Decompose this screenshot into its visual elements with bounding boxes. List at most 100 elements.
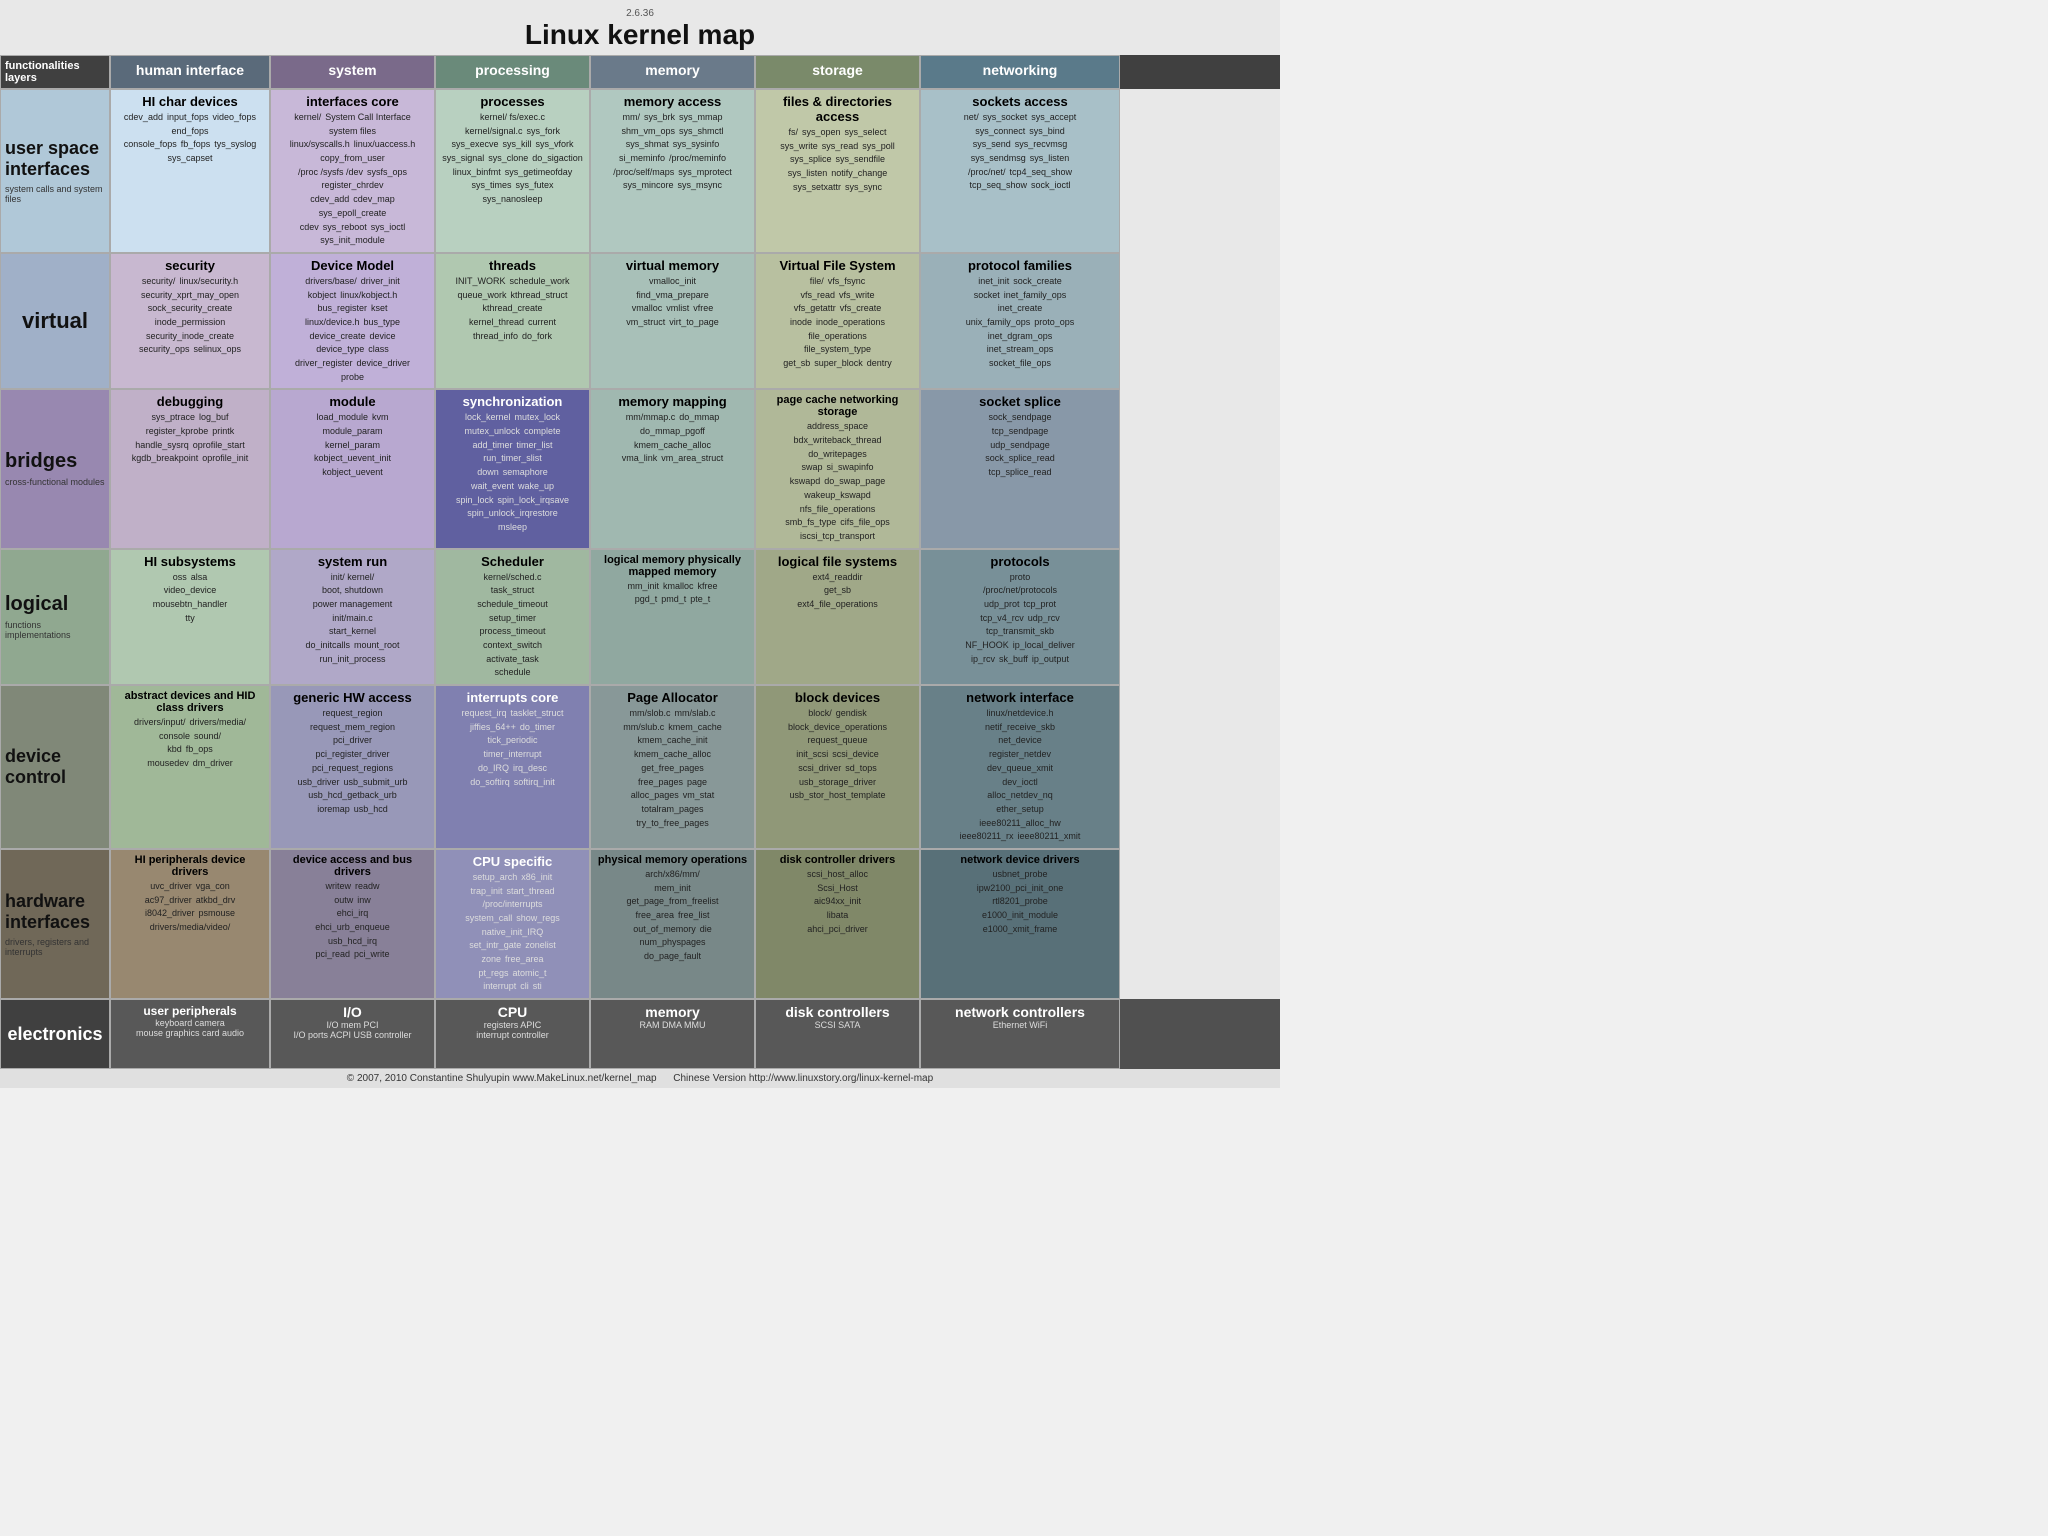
cell-logical-hi-title: HI subsystems: [115, 554, 265, 569]
cell-device-hi-items: drivers/input/drivers/media/ consolesoun…: [115, 716, 265, 771]
cell-logical-storage: logical file systems ext4_readdir get_sb…: [755, 549, 920, 686]
cell-user-system: interfaces core kernel/System Call Inter…: [270, 89, 435, 253]
cell-device-storage: block devices block/gendisk block_device…: [755, 685, 920, 849]
row-label-hardware: hardware interfaces drivers, registers a…: [0, 849, 110, 999]
cell-virtual-networking: protocol families inet_initsock_create s…: [920, 253, 1120, 390]
row-label-bridges: bridges cross-functional modules: [0, 389, 110, 548]
cell-device-storage-items: block/gendisk block_device_operations re…: [760, 707, 915, 803]
col-header-layers: functionalities layers: [0, 55, 110, 89]
cell-hardware-memory-items: arch/x86/mm/ mem_init get_page_from_free…: [595, 868, 750, 964]
cell-hardware-hi-items: uvc_drivervga_con ac97_driveratkbd_drv i…: [115, 880, 265, 935]
cell-virtual-system: Device Model drivers/base/driver_init ko…: [270, 253, 435, 390]
cell-hardware-storage-items: scsi_host_alloc Scsi_Host aic94xx_init l…: [760, 868, 915, 936]
cell-hardware-processing-items: setup_archx86_init trap_initstart_thread…: [440, 871, 585, 994]
cell-hardware-networking: network device drivers usbnet_probe ipw2…: [920, 849, 1120, 999]
cell-bridges-memory-items: mm/mmap.cdo_mmap do_mmap_pgoff kmem_cach…: [595, 411, 750, 466]
electronics-io-title: I/O: [275, 1004, 430, 1020]
cell-bridges-system-title: module: [275, 394, 430, 409]
row-logical: logical functions implementations HI sub…: [0, 549, 1280, 686]
electronics-network: network controllers Ethernet WiFi: [920, 999, 1120, 1069]
cell-bridges-storage: page cache networking storage address_sp…: [755, 389, 920, 548]
cell-user-processing-title: processes: [440, 94, 585, 109]
row-electronics: electronics user peripherals keyboard ca…: [0, 999, 1280, 1069]
row-label-virtual-main: virtual: [22, 308, 88, 334]
cell-user-storage-title: files & directories access: [760, 94, 915, 124]
row-label-user: user space interfaces system calls and s…: [0, 89, 110, 253]
cell-device-memory: Page Allocator mm/slob.cmm/slab.c mm/slu…: [590, 685, 755, 849]
cell-virtual-processing: threads INIT_WORKschedule_work queue_wor…: [435, 253, 590, 390]
cell-virtual-processing-title: threads: [440, 258, 585, 273]
cell-device-storage-title: block devices: [760, 690, 915, 705]
cell-user-hi-title: HI char devices: [115, 94, 265, 109]
electronics-cpu: CPU registers APIC interrupt controller: [435, 999, 590, 1069]
cell-logical-memory: logical memory physically mapped memory …: [590, 549, 755, 686]
cell-user-networking: sockets access net/sys_socketsys_accept …: [920, 89, 1120, 253]
row-label-bridges-sub: cross-functional modules: [5, 477, 105, 487]
column-headers: functionalities layers human interface s…: [0, 55, 1280, 89]
cell-device-hi: abstract devices and HID class drivers d…: [110, 685, 270, 849]
cell-user-memory-title: memory access: [595, 94, 750, 109]
cell-virtual-memory-title: virtual memory: [595, 258, 750, 273]
cell-bridges-memory: memory mapping mm/mmap.cdo_mmap do_mmap_…: [590, 389, 755, 548]
cell-bridges-processing: synchronization lock_kernelmutex_lock mu…: [435, 389, 590, 548]
cell-logical-networking: protocols proto /proc/net/protocols udp_…: [920, 549, 1120, 686]
cell-hardware-system-title: device access and bus drivers: [275, 854, 430, 878]
footer: © 2007, 2010 Constantine Shulyupin www.M…: [0, 1069, 1280, 1088]
version-label: 2.6.36: [0, 8, 1280, 19]
cell-bridges-memory-title: memory mapping: [595, 394, 750, 409]
electronics-network-title: network controllers: [925, 1004, 1115, 1020]
cell-device-processing-items: request_irqtasklet_struct jiffies_64++do…: [440, 707, 585, 789]
cell-user-storage-items: fs/sys_opensys_select sys_writesys_reads…: [760, 126, 915, 194]
cell-hardware-networking-title: network device drivers: [925, 854, 1115, 866]
cell-user-system-title: interfaces core: [275, 94, 430, 109]
electronics-io: I/O I/O mem PCI I/O ports ACPI USB contr…: [270, 999, 435, 1069]
cell-bridges-processing-items: lock_kernelmutex_lock mutex_unlockcomple…: [440, 411, 585, 534]
row-label-virtual: virtual: [0, 253, 110, 390]
row-label-device: device control: [0, 685, 110, 849]
electronics-network-items: Ethernet WiFi: [925, 1020, 1115, 1030]
col-header-storage: storage: [755, 55, 920, 89]
cell-hardware-networking-items: usbnet_probe ipw2100_pci_init_one rtl820…: [925, 868, 1115, 936]
row-label-device-main: device control: [5, 746, 105, 788]
col-header-hi: human interface: [110, 55, 270, 89]
cell-virtual-hi-title: security: [115, 258, 265, 273]
cell-bridges-networking-items: sock_sendpage tcp_sendpage udp_sendpage …: [925, 411, 1115, 479]
cell-hardware-processing: CPU specific setup_archx86_init trap_ini…: [435, 849, 590, 999]
row-label-logical: logical functions implementations: [0, 549, 110, 686]
cell-bridges-storage-items: address_space bdx_writeback_thread do_wr…: [760, 420, 915, 543]
cell-logical-memory-items: mm_initkmallockfree pgd_tpmd_tpte_t: [595, 580, 750, 607]
cell-virtual-system-title: Device Model: [275, 258, 430, 273]
cell-hardware-storage: disk controller drivers scsi_host_alloc …: [755, 849, 920, 999]
cell-user-processing-items: kernel/ fs/exec.c kernel/signal.csys_for…: [440, 111, 585, 207]
cell-virtual-storage: Virtual File System file/vfs_fsync vfs_r…: [755, 253, 920, 390]
cell-device-memory-items: mm/slob.cmm/slab.c mm/slub.ckmem_cache k…: [595, 707, 750, 830]
cell-user-memory: memory access mm/sys_brksys_mmap shm_vm_…: [590, 89, 755, 253]
cell-user-storage: files & directories access fs/sys_opensy…: [755, 89, 920, 253]
cell-device-memory-title: Page Allocator: [595, 690, 750, 705]
main-container: 2.6.36 Linux kernel map functionalities …: [0, 0, 1280, 1088]
cell-virtual-system-items: drivers/base/driver_init kobjectlinux/ko…: [275, 275, 430, 385]
cell-bridges-hi: debugging sys_ptracelog_buf register_kpr…: [110, 389, 270, 548]
cell-logical-hi: HI subsystems ossalsa video_device mouse…: [110, 549, 270, 686]
cell-logical-networking-title: protocols: [925, 554, 1115, 569]
cell-logical-processing: Scheduler kernel/sched.c task_struct sch…: [435, 549, 590, 686]
col-header-networking: networking: [920, 55, 1120, 89]
col-header-processing: processing: [435, 55, 590, 89]
footer-left: © 2007, 2010 Constantine Shulyupin www.M…: [347, 1073, 657, 1084]
cell-device-system-title: generic HW access: [275, 690, 430, 705]
cell-logical-memory-title: logical memory physically mapped memory: [595, 554, 750, 578]
cell-bridges-processing-title: synchronization: [440, 394, 585, 409]
row-virtual: virtual security security/linux/security…: [0, 253, 1280, 390]
cell-bridges-hi-items: sys_ptracelog_buf register_kprobeprintk …: [115, 411, 265, 466]
cell-bridges-storage-title: page cache networking storage: [760, 394, 915, 418]
cell-logical-system: system run init/ kernel/ boot, shutdown …: [270, 549, 435, 686]
cell-hardware-storage-title: disk controller drivers: [760, 854, 915, 866]
cell-device-system: generic HW access request_region request…: [270, 685, 435, 849]
electronics-cpu-items: registers APIC interrupt controller: [440, 1020, 585, 1040]
cell-virtual-memory: virtual memory vmalloc_init find_vma_pre…: [590, 253, 755, 390]
page-title: Linux kernel map: [0, 19, 1280, 51]
cell-hardware-memory: physical memory operations arch/x86/mm/ …: [590, 849, 755, 999]
cell-user-networking-items: net/sys_socketsys_accept sys_connectsys_…: [925, 111, 1115, 193]
cell-bridges-networking-title: socket splice: [925, 394, 1115, 409]
electronics-memory-title: memory: [595, 1004, 750, 1020]
